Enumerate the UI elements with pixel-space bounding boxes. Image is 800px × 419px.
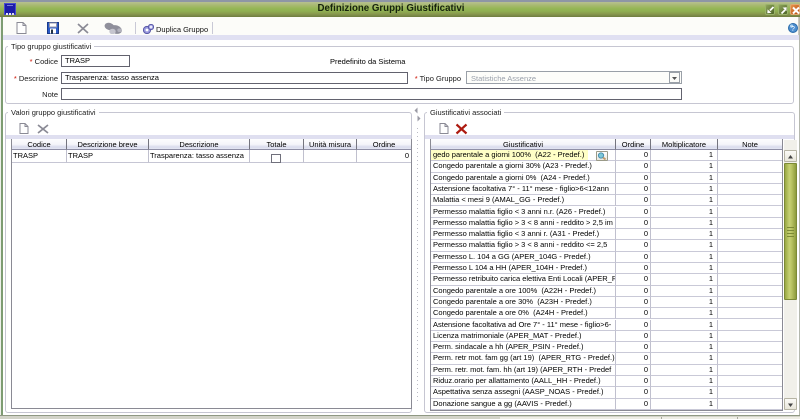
svg-text:?: ? bbox=[791, 26, 795, 33]
